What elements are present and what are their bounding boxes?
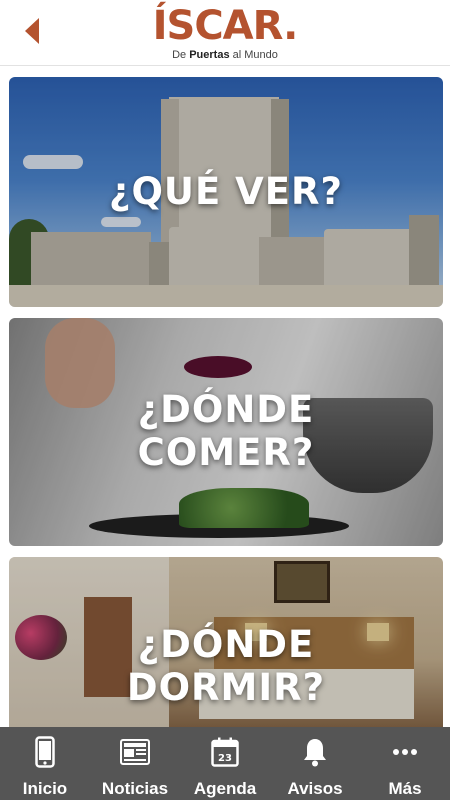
nav-label: Avisos bbox=[287, 779, 343, 798]
app-header: ÍSCAR. De Puertas al Mundo bbox=[0, 0, 450, 66]
back-button[interactable] bbox=[14, 13, 50, 49]
chevron-left-icon bbox=[25, 18, 39, 44]
card-donde-comer[interactable]: ¿DÓNDE COMER? bbox=[9, 318, 443, 546]
nav-label: Agenda bbox=[193, 779, 257, 798]
bell-icon bbox=[299, 736, 331, 768]
nav-item-mas[interactable]: Más bbox=[360, 727, 450, 800]
card-title-line: COMER? bbox=[137, 431, 315, 474]
logo-subtitle: De Puertas al Mundo bbox=[150, 49, 300, 61]
card-title-donde-dormir: ¿DÓNDE DORMIR? bbox=[127, 624, 325, 709]
nav-item-agenda[interactable]: 23 Agenda bbox=[180, 727, 270, 800]
smartphone-icon bbox=[29, 736, 61, 768]
card-title-donde-comer: ¿DÓNDE COMER? bbox=[138, 389, 315, 474]
card-title-que-ver: ¿QUÉ VER? bbox=[109, 169, 343, 213]
nav-item-inicio[interactable]: Inicio bbox=[0, 727, 90, 800]
card-donde-dormir[interactable]: ¿DÓNDE DORMIR? bbox=[9, 557, 443, 727]
nav-label: Noticias bbox=[101, 779, 169, 798]
logo-sub-prefix: De bbox=[172, 49, 187, 61]
card-title-line: ¿DÓNDE bbox=[137, 623, 315, 667]
nav-label: Más bbox=[388, 779, 422, 798]
nav-item-noticias[interactable]: Noticias bbox=[90, 727, 180, 800]
nav-item-avisos[interactable]: Avisos bbox=[270, 727, 360, 800]
logo-title: ÍSCAR. bbox=[152, 3, 299, 49]
app-logo: ÍSCAR. De Puertas al Mundo bbox=[150, 4, 300, 62]
newspaper-icon bbox=[119, 736, 151, 768]
nav-label: Inicio bbox=[22, 779, 68, 798]
card-que-ver[interactable]: ¿QUÉ VER? bbox=[9, 77, 443, 307]
more-dots-icon bbox=[389, 736, 421, 768]
logo-sub-suffix: al Mundo bbox=[232, 49, 278, 61]
calendar-icon-number: 23 bbox=[218, 753, 232, 764]
card-title-line: ¿DÓNDE bbox=[137, 388, 315, 432]
logo-sub-bold: Puertas bbox=[189, 49, 230, 61]
card-title-line: DORMIR? bbox=[126, 666, 326, 709]
bottom-nav: Inicio Noticias 23 Agenda Avisos Más bbox=[0, 727, 450, 800]
calendar-icon: 23 bbox=[209, 736, 241, 768]
